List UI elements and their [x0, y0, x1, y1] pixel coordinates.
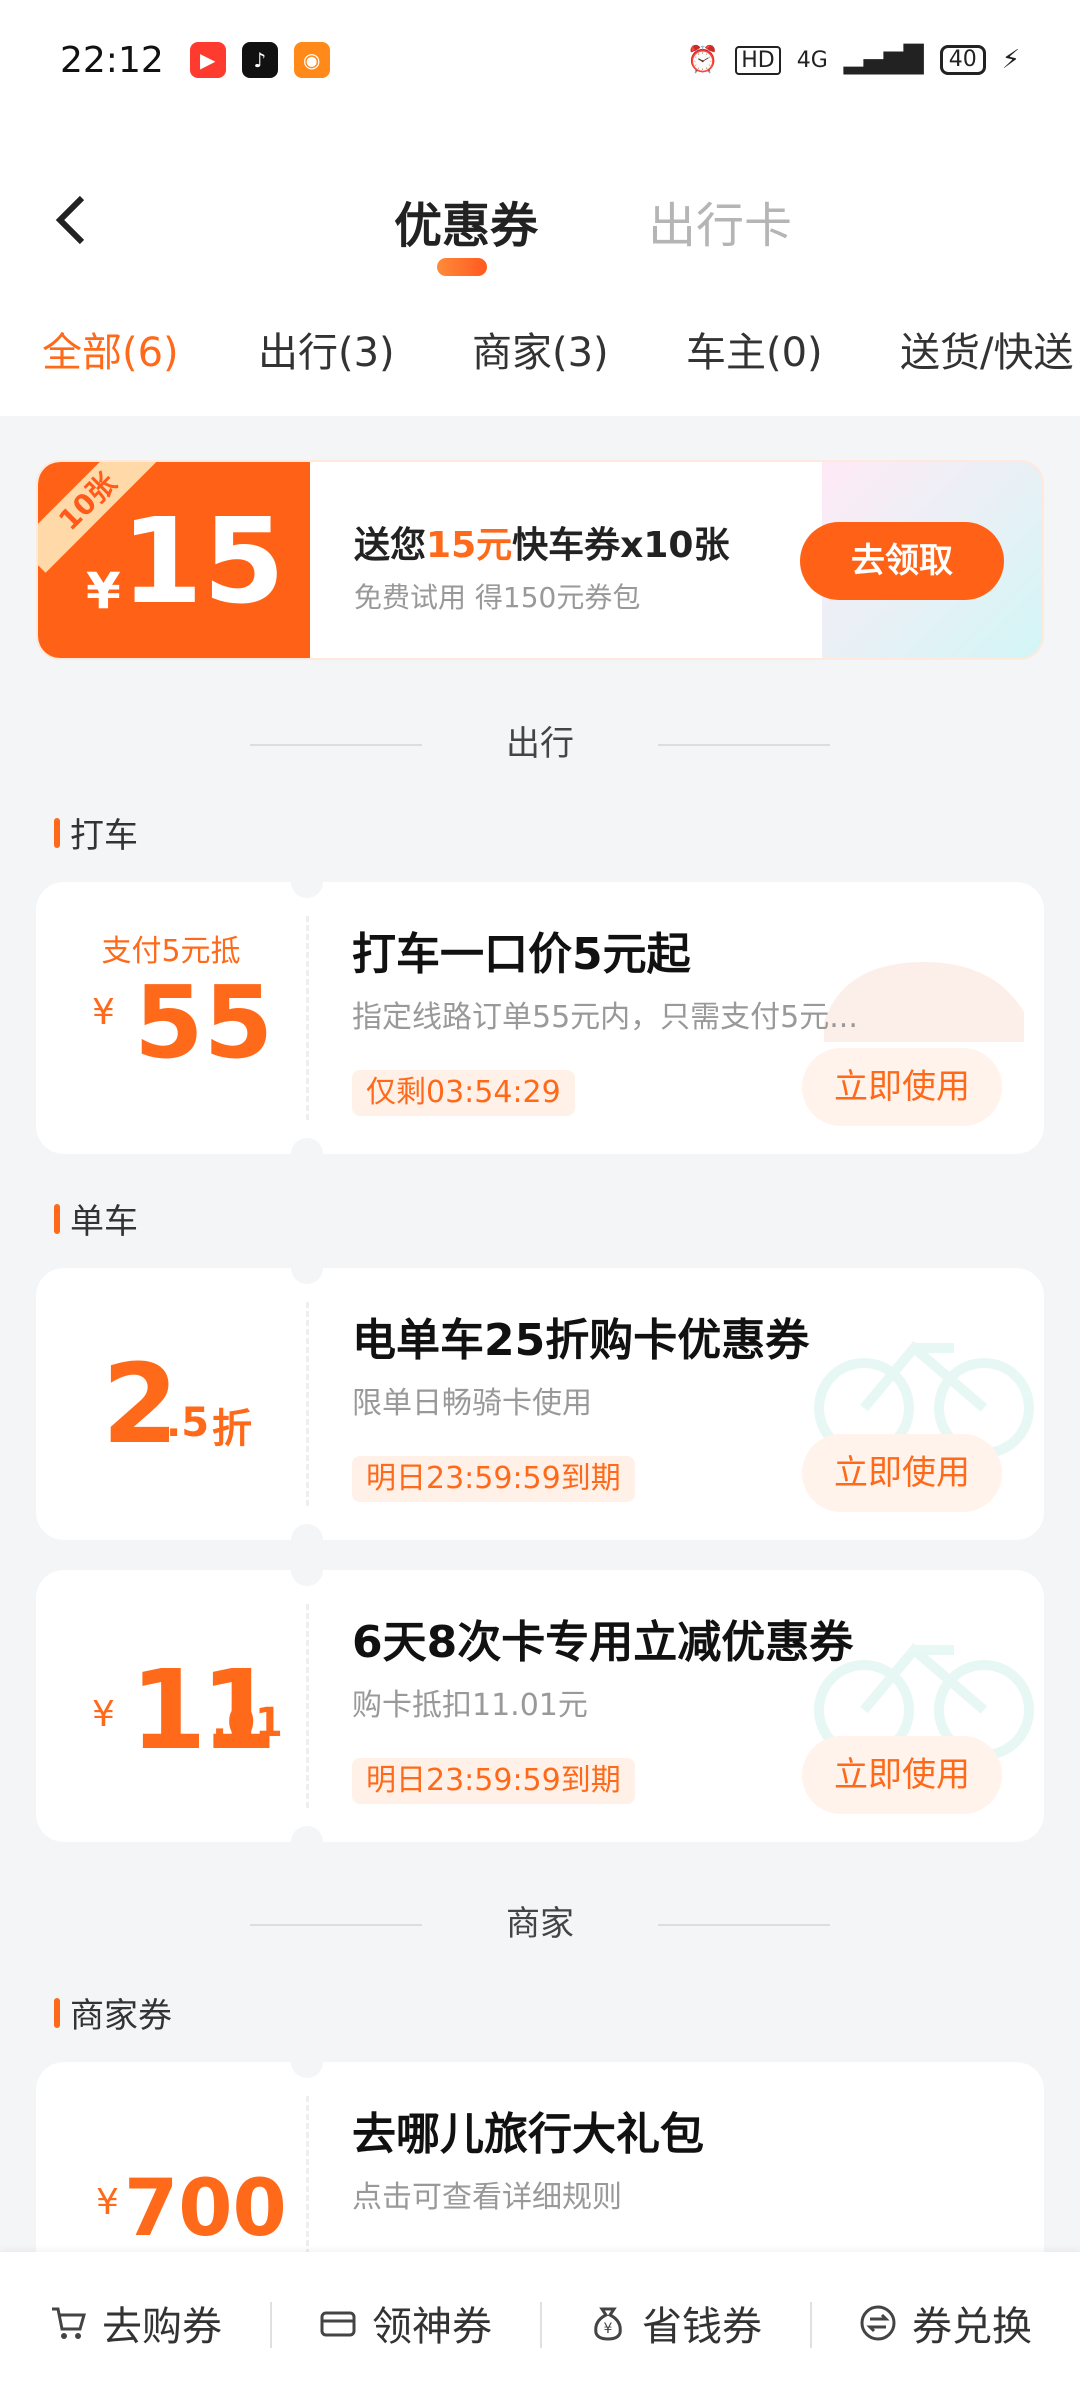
use-now-button[interactable]: 立即使用 [802, 1434, 1002, 1512]
battery-indicator: 40 [939, 45, 986, 75]
coupon-value: 2 .5 折 [36, 1268, 306, 1540]
section-title: 出行 [506, 724, 574, 764]
nav-label: 去购券 [102, 2304, 222, 2350]
section-title: 商家 [506, 1904, 574, 1944]
category-tabs: 全部(6) 出行(3) 商家(3) 车主(0) 送货/快送 [0, 290, 1080, 416]
divider-line [658, 1924, 830, 1926]
coupon-value: ¥ 11 .01 [36, 1570, 306, 1842]
category-car-owner[interactable]: 车主(0) [686, 320, 823, 378]
cart-icon [52, 2307, 86, 2339]
nav-saving-coupons[interactable]: ¥ 省钱券 [540, 2294, 810, 2352]
coupon-card[interactable]: 2 .5 折 电单车25折购卡优惠券 限单日畅骑卡使用 明日23:59:59到期… [36, 1268, 1044, 1540]
use-now-button[interactable]: 立即使用 [802, 1736, 1002, 1814]
divider-line [250, 1924, 422, 1926]
coupon-amount: 55 [134, 964, 274, 1081]
video-app-icon: ▶ [189, 42, 226, 78]
back-button[interactable] [48, 190, 98, 245]
promo-banner[interactable]: 10张 ¥15 送您15元快车券x10张 免费试用 得150元券包 去领取 [36, 460, 1044, 660]
coupon-amount-fraction: .01 [212, 1700, 283, 1746]
coupon-description: 购卡抵扣11.01元 [352, 1688, 588, 1723]
subhead-marker [54, 1997, 60, 2028]
alarm-icon: ⏰ [686, 45, 720, 75]
subhead-label: 商家券 [70, 1996, 172, 2036]
chevron-left-icon [55, 195, 85, 245]
coupon-card[interactable]: ¥ 11 .01 6天8次卡专用立减优惠券 购卡抵扣11.01元 明日23:59… [36, 1570, 1044, 1842]
money-bag-icon: ¥ [594, 2307, 622, 2341]
coupon-card[interactable]: 支付5元抵 ¥ 55 打车一口价5元起 指定线路订单55元内，只需支付5元...… [36, 882, 1044, 1154]
promo-title: 送您15元快车券x10张 [354, 516, 729, 568]
status-right: ⏰ HD 4G ▂▄▆█ 40 ⚡ [687, 45, 1020, 75]
promo-title-highlight: 15元 [426, 525, 513, 566]
status-bar: 22:12 ▶ ♪ ◉ ⏰ HD 4G ▂▄▆█ 40 ⚡ [0, 0, 1080, 120]
subhead-label: 打车 [70, 816, 138, 856]
exchange-icon [860, 2305, 896, 2341]
coupon-yen: ¥ [96, 2182, 119, 2223]
claim-button[interactable]: 去领取 [800, 522, 1004, 600]
nav-label: 券兑换 [912, 2304, 1032, 2350]
subhead-bike: 单车 [54, 1194, 138, 1243]
coupon-title: 电单车25折购卡优惠券 [352, 1315, 810, 1366]
coupon-page: 22:12 ▶ ♪ ◉ ⏰ HD 4G ▂▄▆█ 40 ⚡ 优惠券 出行卡 全部… [0, 0, 1080, 2400]
mascot-app-icon: ◉ [293, 42, 330, 78]
coupon-expiry-tag: 明日23:59:59到期 [352, 1758, 635, 1804]
nav-label: 领神券 [372, 2304, 492, 2350]
promo-title-prefix: 送您 [354, 525, 427, 566]
coupon-description: 限单日畅骑卡使用 [352, 1386, 592, 1421]
coupon-unit: 折 [212, 1406, 252, 1452]
subhead-marker [54, 1203, 60, 1234]
promo-amount-value: 15 [120, 492, 286, 630]
signal-icon: ▂▄▆█ [843, 45, 924, 75]
top-header: 优惠券 出行卡 [0, 120, 1080, 290]
coupon-value: 支付5元抵 ¥ 55 [36, 882, 306, 1154]
status-time: 22:12 [60, 39, 164, 81]
ticket-icon [320, 2311, 356, 2337]
subhead-taxi: 打车 [54, 808, 138, 857]
tab-coupons[interactable]: 优惠券 [394, 186, 538, 256]
hd-badge: HD [735, 45, 781, 75]
coupon-divider [306, 1604, 309, 1808]
coupon-divider [306, 1302, 309, 1506]
promo-amount: ¥15 [86, 502, 285, 620]
coupon-description: 指定线路订单55元内，只需支付5元... [352, 1000, 858, 1035]
tab-travel-card[interactable]: 出行卡 [648, 186, 792, 256]
subhead-label: 单车 [70, 1202, 138, 1242]
category-delivery[interactable]: 送货/快送 [900, 320, 1073, 378]
divider-line [658, 744, 830, 746]
coupon-yen: ¥ [92, 992, 115, 1033]
bottom-nav: 去购券 领神券 ¥ 省钱券 券兑换 [0, 2252, 1080, 2400]
coupon-amount-fraction: .5 [166, 1400, 210, 1446]
coupon-yen: ¥ [92, 1694, 115, 1735]
charging-icon: ⚡ [1001, 45, 1020, 75]
promo-yen: ¥ [86, 562, 121, 620]
coupon-title: 6天8次卡专用立减优惠券 [352, 1617, 854, 1668]
section-header-travel: 出行 [0, 714, 1080, 774]
promo-amount-panel: 10张 ¥15 [38, 462, 310, 658]
subhead-merchant-coupon: 商家券 [54, 1988, 172, 2037]
nav-label: 省钱券 [642, 2304, 762, 2350]
coupon-description: 点击可查看详细规则 [352, 2180, 622, 2215]
coupon-divider [306, 916, 309, 1120]
nav-get-coupons[interactable]: 领神券 [270, 2294, 540, 2352]
coupon-amount: 700 [124, 2164, 287, 2254]
network-label: 4G [796, 47, 828, 73]
svg-text:¥: ¥ [604, 2321, 613, 2337]
category-all[interactable]: 全部(6) [42, 320, 179, 378]
use-now-button[interactable]: 立即使用 [802, 1048, 1002, 1126]
nav-buy-coupons[interactable]: 去购券 [0, 2294, 270, 2352]
category-travel[interactable]: 出行(3) [258, 320, 395, 378]
promo-title-suffix: 快车券x10张 [512, 525, 730, 566]
subhead-marker [54, 817, 60, 848]
tiktok-app-icon: ♪ [241, 42, 278, 78]
coupon-title: 去哪儿旅行大礼包 [352, 2109, 704, 2160]
divider-line [250, 744, 422, 746]
section-header-merchant: 商家 [0, 1894, 1080, 1954]
category-merchant[interactable]: 商家(3) [472, 320, 609, 378]
coupon-expiry-tag: 仅剩03:54:29 [352, 1070, 575, 1116]
coupon-expiry-tag: 明日23:59:59到期 [352, 1456, 635, 1502]
nav-redeem-coupons[interactable]: 券兑换 [810, 2294, 1080, 2352]
promo-subtitle: 免费试用 得150元券包 [354, 581, 641, 614]
coupon-title: 打车一口价5元起 [352, 929, 691, 980]
active-tab-indicator [437, 258, 487, 276]
